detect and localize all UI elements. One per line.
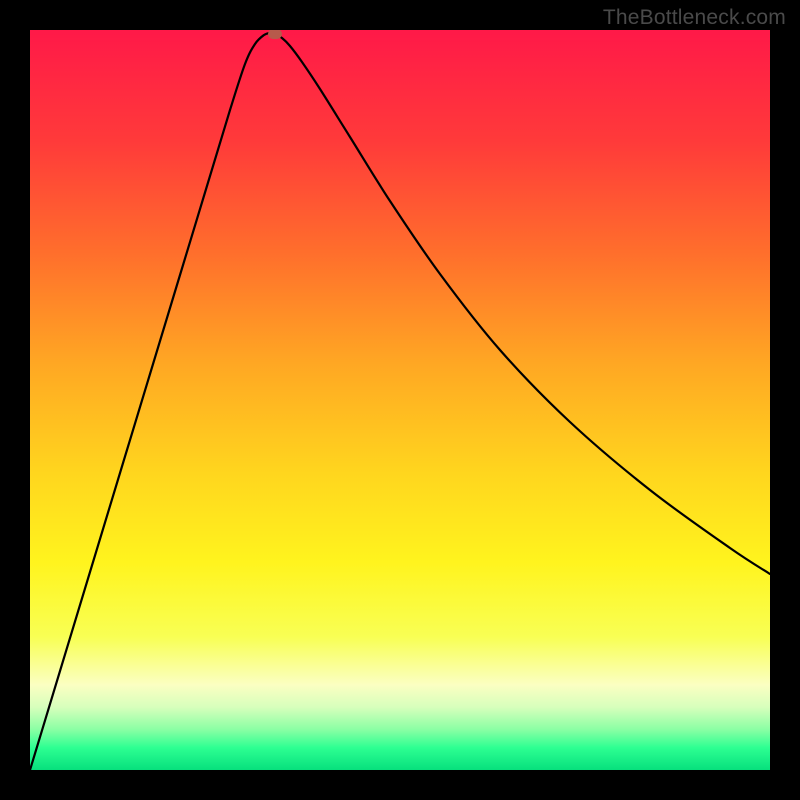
plot-frame [30,30,770,770]
watermark-text: TheBottleneck.com [603,6,786,30]
bottleneck-curve [30,30,770,770]
optimal-point-marker [268,30,282,39]
